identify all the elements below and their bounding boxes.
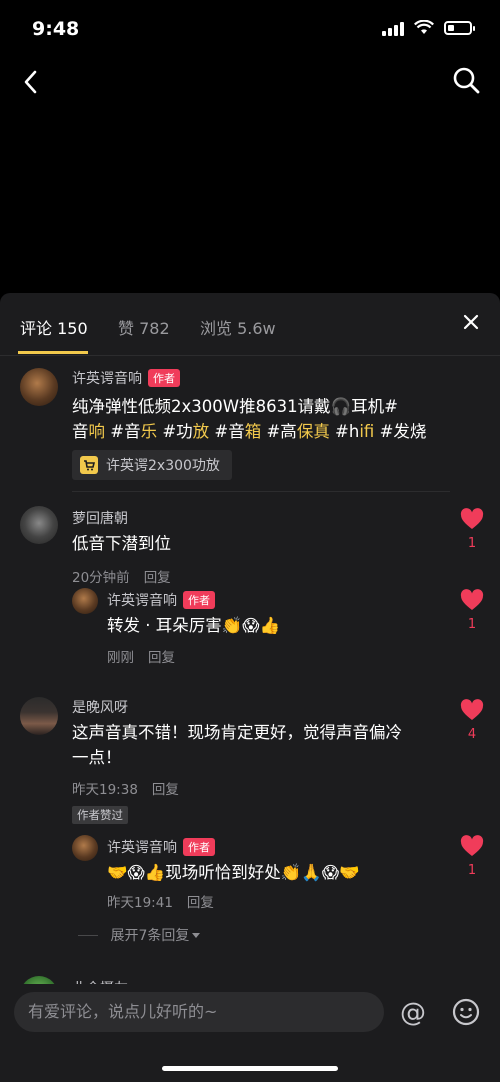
signal-icon [382, 20, 404, 36]
reply-button[interactable]: 回复 [152, 782, 179, 798]
comment-time: 昨天19:38 [72, 782, 138, 798]
like-count: 1 [467, 617, 477, 632]
back-icon[interactable] [16, 66, 48, 98]
like-count: 1 [467, 863, 477, 878]
author-badge: 作者 [183, 591, 215, 609]
close-icon[interactable] [460, 311, 482, 333]
comment-time: 20分钟前 [72, 570, 130, 586]
like-button[interactable]: 1 [460, 508, 484, 551]
emoji-icon[interactable] [452, 998, 480, 1026]
tab-views[interactable]: 浏览 5.6w [200, 315, 276, 339]
reply-button[interactable]: 回复 [144, 570, 171, 586]
heart-icon[interactable] [460, 589, 484, 611]
heart-icon[interactable] [460, 508, 484, 530]
reply-time: 昨天19:41 [107, 895, 173, 911]
reply-text: 转发 · 耳朵厉害👏😱👍 [107, 616, 281, 635]
product-card-label: 许英谔2x300功放 [106, 458, 220, 474]
reply-button[interactable]: 回复 [148, 650, 175, 666]
tab-likes[interactable]: 赞 782 [118, 315, 170, 339]
comment-author[interactable]: 萝回唐朝 [72, 508, 128, 528]
status-icons [382, 20, 475, 36]
reply-author[interactable]: 许英谔音响 作者 [107, 590, 215, 610]
like-count: 4 [467, 727, 477, 742]
comment-sheet: 评论 150 赞 782 浏览 5.6w 许英谔音响 作者 纯净弹性低频2x300… [0, 293, 500, 1082]
like-button[interactable]: 1 [460, 835, 484, 878]
author-badge: 作者 [148, 369, 180, 387]
comment-text: 纯净弹性低频2x300W推8631请戴🎧耳机# 音响 #音乐 #功放 #音箱 #… [72, 394, 452, 444]
expand-replies-button[interactable]: 展开7条回复 [78, 925, 201, 945]
reply-author[interactable]: 许英谔音响 作者 [107, 837, 215, 857]
reply-meta: 昨天19:41 回复 [107, 891, 214, 911]
like-count: 1 [467, 536, 477, 551]
home-indicator [162, 1066, 338, 1071]
avatar[interactable] [72, 588, 98, 614]
comment-text: 这声音真不错！现场肯定更好，觉得声音偏冷 一点！ [72, 723, 402, 767]
avatar[interactable] [20, 368, 58, 406]
heart-icon[interactable] [460, 835, 484, 857]
wifi-icon [414, 20, 434, 34]
battery-icon [444, 21, 475, 35]
reply-text: 🤝😱👍现场听恰到好处👏🙏😱🤝 [107, 863, 360, 882]
heart-icon[interactable] [460, 699, 484, 721]
avatar[interactable] [72, 835, 98, 861]
divider [72, 491, 450, 492]
author-liked-badge: 作者赞过 [72, 806, 128, 824]
reply-meta: 刚刚 回复 [107, 646, 175, 666]
reply-button[interactable]: 回复 [187, 895, 214, 911]
status-time: 9:48 [32, 18, 80, 40]
top-nav [0, 60, 500, 104]
like-button[interactable]: 1 [460, 589, 484, 632]
mention-icon[interactable]: @ [398, 998, 428, 1028]
like-button[interactable]: 4 [460, 699, 484, 742]
avatar[interactable] [20, 697, 58, 735]
comment-meta: 20分钟前 回复 [72, 566, 171, 586]
chevron-down-icon [192, 933, 201, 938]
comment-author[interactable]: 许英谔音响 作者 [72, 368, 180, 388]
comment-tabs: 评论 150 赞 782 浏览 5.6w [0, 293, 500, 356]
tab-comments[interactable]: 评论 150 [20, 315, 88, 339]
product-card[interactable]: 许英谔2x300功放 [72, 450, 232, 480]
avatar[interactable] [20, 506, 58, 544]
comment-input[interactable]: 有爱评论，说点儿好听的~ [14, 992, 384, 1032]
status-bar: 9:48 [0, 0, 500, 60]
comment-author[interactable]: 是晚风呀 [72, 697, 128, 717]
hashtag-line: 音响 #音乐 #功放 #音箱 #高保真 #hifi #发烧 [72, 422, 427, 441]
reply-time: 刚刚 [107, 650, 134, 666]
comment-text: 低音下潜到位 [72, 534, 171, 553]
comment-meta: 昨天19:38 回复 [72, 778, 179, 798]
search-icon[interactable] [450, 64, 482, 96]
cart-icon [80, 456, 98, 474]
author-badge: 作者 [183, 838, 215, 856]
active-tab-indicator [18, 351, 88, 354]
